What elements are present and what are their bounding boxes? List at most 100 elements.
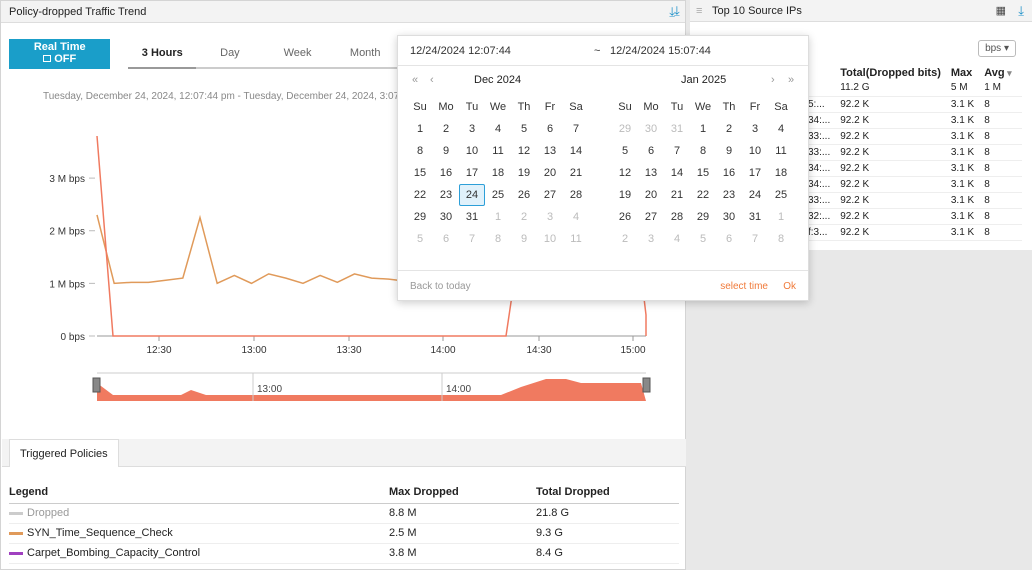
start-datetime[interactable]: 12/24/2024 12:07:44 xyxy=(410,45,511,57)
day-cell[interactable]: 22 xyxy=(407,184,433,206)
day-cell[interactable]: 7 xyxy=(664,140,690,162)
day-cell-selected[interactable]: 24 xyxy=(459,184,485,206)
day-cell[interactable]: 1 xyxy=(485,206,511,228)
day-cell[interactable]: 3 xyxy=(537,206,563,228)
day-cell[interactable]: 14 xyxy=(664,162,690,184)
day-cell[interactable]: 30 xyxy=(638,118,664,140)
day-cell[interactable]: 11 xyxy=(768,140,794,162)
day-cell[interactable]: 12 xyxy=(511,140,537,162)
day-cell[interactable]: 4 xyxy=(768,118,794,140)
day-cell[interactable]: 2 xyxy=(511,206,537,228)
day-cell[interactable]: 19 xyxy=(511,162,537,184)
day-cell[interactable]: 4 xyxy=(485,118,511,140)
day-cell[interactable]: 31 xyxy=(459,206,485,228)
day-cell[interactable]: 1 xyxy=(407,118,433,140)
table-row[interactable]: 33:... 92.2 K 3.1 K8 xyxy=(808,192,1022,209)
day-cell[interactable]: 16 xyxy=(716,162,742,184)
table-row[interactable]: f:3... 92.2 K 3.1 K8 xyxy=(808,224,1022,241)
day-cell[interactable]: 27 xyxy=(537,184,563,206)
menu-icon[interactable]: ≡ xyxy=(696,0,702,22)
next-month-icon[interactable]: › xyxy=(771,74,775,86)
day-cell[interactable]: 6 xyxy=(537,118,563,140)
day-cell[interactable]: 13 xyxy=(537,140,563,162)
day-cell[interactable]: 11 xyxy=(563,228,589,250)
day-cell[interactable]: 16 xyxy=(433,162,459,184)
day-cell[interactable]: 26 xyxy=(511,184,537,206)
day-cell[interactable]: 6 xyxy=(638,140,664,162)
day-cell[interactable]: 30 xyxy=(716,206,742,228)
day-cell[interactable]: 10 xyxy=(742,140,768,162)
table-row[interactable]: 34:... 92.2 K 3.1 K8 xyxy=(808,160,1022,177)
tab-week[interactable]: Week xyxy=(263,39,332,69)
day-cell[interactable]: 15 xyxy=(690,162,716,184)
ok-button[interactable]: Ok xyxy=(783,281,796,292)
day-cell[interactable]: 29 xyxy=(612,118,638,140)
col-avg[interactable]: Avg ▾ xyxy=(984,66,1021,80)
day-cell[interactable]: 18 xyxy=(768,162,794,184)
tab-month[interactable]: Month xyxy=(331,39,400,69)
table-row[interactable]: 32:... 92.2 K 3.1 K8 xyxy=(808,208,1022,225)
day-cell[interactable]: 8 xyxy=(485,228,511,250)
day-cell[interactable]: 10 xyxy=(459,140,485,162)
day-cell[interactable]: 20 xyxy=(537,162,563,184)
day-cell[interactable]: 7 xyxy=(563,118,589,140)
day-cell[interactable]: 3 xyxy=(638,228,664,250)
download-icon[interactable]: ⤓ xyxy=(674,4,680,18)
day-cell[interactable]: 9 xyxy=(433,140,459,162)
day-cell[interactable]: 8 xyxy=(768,228,794,250)
legend-cell[interactable]: Carpet_Bombing_Capacity_Control xyxy=(9,543,389,564)
select-time-link[interactable]: select time xyxy=(720,281,768,292)
day-cell[interactable]: 3 xyxy=(742,118,768,140)
day-cell[interactable]: 29 xyxy=(690,206,716,228)
day-cell[interactable]: 31 xyxy=(664,118,690,140)
tab-day[interactable]: Day xyxy=(196,39,264,69)
day-cell[interactable]: 6 xyxy=(433,228,459,250)
day-cell[interactable]: 27 xyxy=(638,206,664,228)
back-to-today-link[interactable]: Back to today xyxy=(410,281,471,292)
day-cell[interactable]: 5 xyxy=(407,228,433,250)
day-cell[interactable]: 31 xyxy=(742,206,768,228)
day-cell[interactable]: 7 xyxy=(459,228,485,250)
day-cell[interactable]: 21 xyxy=(563,162,589,184)
day-cell[interactable]: 17 xyxy=(459,162,485,184)
day-cell[interactable]: 2 xyxy=(433,118,459,140)
table-view-icon[interactable]: ▦ xyxy=(996,0,1006,22)
day-cell[interactable]: 18 xyxy=(485,162,511,184)
day-cell[interactable]: 12 xyxy=(612,162,638,184)
day-cell[interactable]: 30 xyxy=(433,206,459,228)
tab-3-hours[interactable]: 3 Hours xyxy=(128,39,197,69)
day-cell[interactable]: 5 xyxy=(612,140,638,162)
day-cell[interactable]: 25 xyxy=(485,184,511,206)
next-year-icon[interactable]: » xyxy=(788,74,794,86)
day-cell[interactable]: 3 xyxy=(459,118,485,140)
day-cell[interactable]: 19 xyxy=(612,184,638,206)
table-row[interactable]: 33:... 92.2 K 3.1 K8 xyxy=(808,144,1022,161)
table-row[interactable]: 5:... 92.2 K 3.1 K8 xyxy=(808,96,1022,113)
download-icon[interactable]: ⤓ xyxy=(1018,4,1024,18)
legend-cell[interactable]: Dropped xyxy=(9,503,389,524)
prev-month-icon[interactable]: ‹ xyxy=(430,74,434,86)
day-cell[interactable]: 8 xyxy=(407,140,433,162)
day-cell[interactable]: 11 xyxy=(485,140,511,162)
day-cell[interactable]: 1 xyxy=(690,118,716,140)
day-cell[interactable]: 9 xyxy=(511,228,537,250)
day-cell[interactable]: 28 xyxy=(563,184,589,206)
day-cell[interactable]: 17 xyxy=(742,162,768,184)
day-cell[interactable]: 29 xyxy=(407,206,433,228)
tab-triggered-policies[interactable]: Triggered Policies xyxy=(9,439,119,467)
unit-select[interactable]: bps ▾ xyxy=(978,40,1016,57)
table-row[interactable]: 34:... 92.2 K 3.1 K8 xyxy=(808,176,1022,193)
day-cell[interactable]: 14 xyxy=(563,140,589,162)
day-cell[interactable]: 5 xyxy=(690,228,716,250)
end-datetime[interactable]: 12/24/2024 15:07:44 xyxy=(610,45,711,57)
day-cell[interactable]: 10 xyxy=(537,228,563,250)
day-cell[interactable]: 21 xyxy=(664,184,690,206)
day-cell[interactable]: 25 xyxy=(768,184,794,206)
day-cell[interactable]: 9 xyxy=(716,140,742,162)
prev-year-icon[interactable]: « xyxy=(412,74,418,86)
day-cell[interactable]: 4 xyxy=(664,228,690,250)
day-cell[interactable]: 26 xyxy=(612,206,638,228)
day-cell[interactable]: 22 xyxy=(690,184,716,206)
table-row[interactable]: 34:... 92.2 K 3.1 K8 xyxy=(808,112,1022,129)
day-cell[interactable]: 28 xyxy=(664,206,690,228)
